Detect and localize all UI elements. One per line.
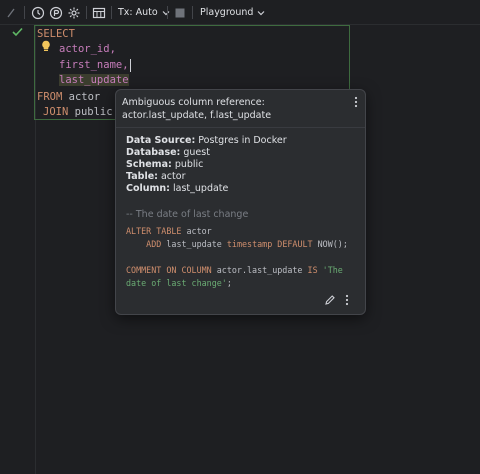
pin-tab-icon[interactable] [48, 4, 64, 21]
meta-value: public [171, 159, 204, 170]
sql-keyword: ADD [146, 239, 162, 249]
column-comment: -- The date of last change [126, 209, 249, 220]
sql-string: 'The [317, 265, 343, 275]
stop-icon[interactable] [173, 4, 187, 21]
meta-value: last_update [169, 183, 229, 194]
stop-icon-svg [175, 8, 185, 17]
settings-gear-icon[interactable] [66, 4, 82, 21]
code-line-select[interactable]: SELECT [37, 27, 75, 41]
editor-toolbar: Tx: Auto Playground [0, 0, 480, 25]
table-view-icon[interactable] [91, 4, 107, 21]
toolbar-divider [192, 6, 193, 19]
sql-keyword: COMMENT ON COLUMN [126, 265, 212, 275]
sql-text: actor [181, 226, 212, 236]
code-line-actor-id[interactable]: actor_id, [59, 42, 116, 56]
transaction-mode-dropdown[interactable]: Tx: Auto [118, 4, 170, 21]
more-options-icon[interactable] [353, 96, 359, 108]
sql-text: NOW(); [312, 239, 348, 249]
sql-keyword: timestamp DEFAULT [226, 239, 313, 249]
meta-label: Table: [126, 171, 158, 182]
meta-database: Database: guest [126, 147, 287, 159]
meta-value: guest [180, 147, 210, 158]
playground-label: Playground [200, 7, 254, 18]
meta-table: Table: actor [126, 171, 287, 183]
sql-text: ; [226, 278, 232, 288]
toolbar-divider [24, 6, 25, 19]
history-icon-svg [31, 6, 45, 19]
meta-value: Postgres in Docker [195, 135, 287, 146]
first-name-text: first_name, [59, 59, 129, 71]
history-icon[interactable] [30, 4, 46, 21]
popup-actions [324, 294, 350, 306]
popup-header: Ambiguous column reference: actor.last_u… [116, 90, 365, 128]
lightbulb-icon[interactable] [41, 40, 51, 52]
from-keyword: FROM [37, 91, 63, 103]
transaction-mode-label: Tx: Auto [118, 7, 158, 18]
meta-label: Database: [126, 147, 181, 158]
execute-icon-svg [7, 8, 15, 17]
last-update-text: last_update [59, 74, 129, 86]
code-line-first-name[interactable]: first_name, [59, 58, 131, 72]
execute-icon[interactable] [2, 4, 20, 21]
text-cursor [129, 58, 131, 72]
meta-column: Column: last_update [126, 183, 287, 195]
toolbar-divider [167, 6, 168, 19]
meta-label: Schema: [126, 159, 172, 170]
pin-tab-icon-svg [49, 6, 63, 19]
from-table: actor [62, 91, 101, 103]
sql-text: last_update [161, 239, 227, 249]
code-line-join[interactable]: JOIN public.f [43, 105, 125, 119]
popup-title: Ambiguous column reference: actor.last_u… [122, 97, 272, 121]
join-keyword: JOIN [43, 106, 69, 118]
edit-icon[interactable] [324, 294, 336, 306]
check-icon [12, 27, 23, 37]
chevron-down-icon [162, 10, 170, 15]
editor-gutter [0, 25, 36, 474]
code-line-from[interactable]: FROM actor [37, 90, 100, 104]
meta-data-source: Data Source: Postgres in Docker [126, 135, 287, 147]
toolbar-divider [86, 6, 87, 19]
code-line-last-update[interactable]: last_update [59, 73, 129, 87]
meta-value: actor [157, 171, 186, 182]
meta-schema: Schema: public [126, 159, 287, 171]
more-options-icon[interactable] [344, 294, 350, 306]
toolbar-divider [111, 6, 112, 19]
playground-dropdown[interactable]: Playground [200, 4, 265, 21]
sql-keyword: IS [307, 265, 318, 275]
sql-string: date of last change' [126, 278, 227, 288]
ddl-code: ALTER TABLE actor ADD last_update timest… [126, 225, 348, 290]
sql-keyword: ALTER TABLE [126, 226, 182, 236]
table-icon [92, 7, 106, 18]
documentation-popup: Ambiguous column reference: actor.last_u… [115, 89, 366, 315]
sql-text: actor.last_update [211, 265, 308, 275]
metadata-list: Data Source: Postgres in Docker Database… [126, 135, 287, 195]
meta-label: Data Source: [126, 135, 196, 146]
meta-label: Column: [126, 183, 170, 194]
chevron-down-icon [258, 10, 265, 15]
gear-icon [68, 7, 80, 18]
